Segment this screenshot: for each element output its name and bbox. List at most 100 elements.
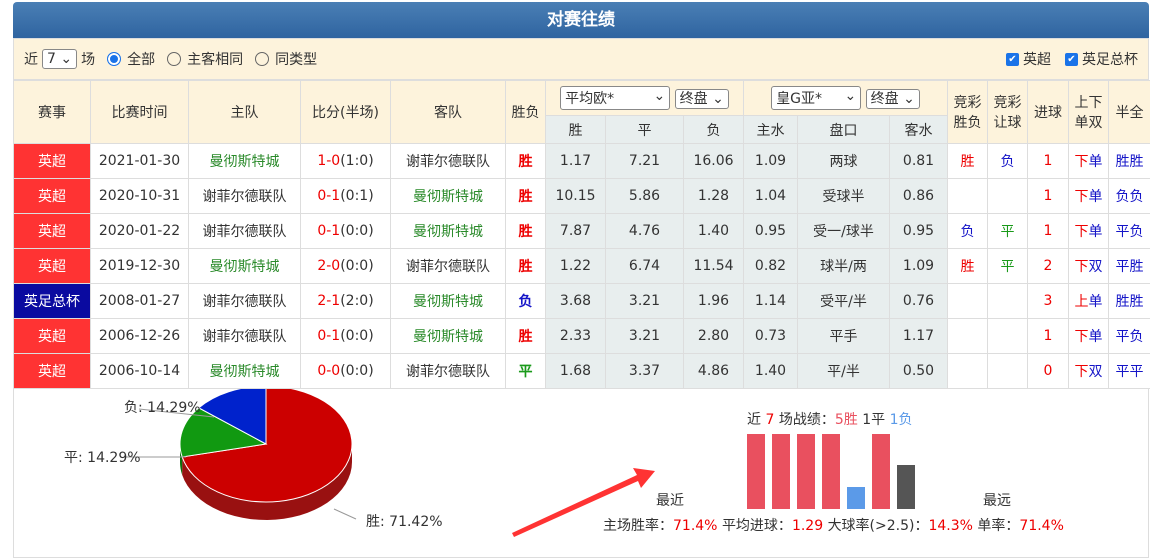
away-team-cell[interactable]: 曼彻斯特城: [391, 284, 506, 319]
checkbox-fa-cup[interactable]: ✔: [1065, 53, 1078, 66]
home-water: 1.09: [744, 144, 798, 179]
over-under: 上: [1075, 294, 1089, 310]
league-cell[interactable]: 英超: [14, 214, 91, 249]
ou-cell: 下单: [1069, 179, 1109, 214]
away-team-cell[interactable]: 曼彻斯特城: [391, 214, 506, 249]
handicap-line: 平手: [798, 319, 890, 354]
home-water: 1.14: [744, 284, 798, 319]
halftime-score: (0:0): [340, 223, 373, 239]
over-under: 下: [1075, 329, 1089, 345]
stat-label: 主场胜率：: [603, 518, 673, 534]
radio-same-venue[interactable]: [167, 52, 181, 66]
fulltime-score: 1-0: [317, 153, 340, 169]
jc-result: [948, 319, 988, 354]
date-cell: 2020-10-31: [91, 179, 189, 214]
matches-table: 赛事 比赛时间 主队 比分(半场) 客队 胜负 平均欧*⌄ 终盘 ⌄ 皇G亚*⌄…: [13, 80, 1150, 389]
jc-result: 胜: [948, 144, 988, 179]
halftime-fulltime: 胜胜: [1109, 144, 1150, 179]
league-cell[interactable]: 英超: [14, 249, 91, 284]
far-label: 最远: [983, 490, 1011, 510]
away-water: 0.95: [890, 214, 948, 249]
table-row[interactable]: 英足总杯 2008-01-27 谢菲尔德联队 2-1(2:0) 曼彻斯特城 负 …: [14, 284, 1150, 319]
fulltime-score: 0-1: [317, 188, 340, 204]
home-team-cell[interactable]: 谢菲尔德联队: [189, 214, 301, 249]
jc-handicap: [988, 354, 1028, 389]
date-cell: 2019-12-30: [91, 249, 189, 284]
header-win: 胜: [546, 116, 606, 144]
away-team-cell[interactable]: 曼彻斯特城: [391, 179, 506, 214]
table-row[interactable]: 英超 2019-12-30 曼彻斯特城 2-0(0:0) 谢菲尔德联队 胜 1.…: [14, 249, 1150, 284]
panel-title: 对赛往绩: [13, 2, 1149, 38]
match-count-select[interactable]: 7 ⌄: [42, 49, 77, 69]
record-count: 7: [765, 412, 774, 428]
league-cell[interactable]: 英超: [14, 354, 91, 389]
odds-draw: 7.21: [606, 144, 684, 179]
away-team-cell[interactable]: 谢菲尔德联队: [391, 144, 506, 179]
checkbox-epl-label[interactable]: 英超: [1023, 49, 1051, 69]
header-lose: 负: [684, 116, 744, 144]
table-row[interactable]: 英超 2006-12-26 谢菲尔德联队 0-1(0:0) 曼彻斯特城 胜 2.…: [14, 319, 1150, 354]
home-team-cell[interactable]: 曼彻斯特城: [189, 144, 301, 179]
euro-company-select[interactable]: 平均欧*⌄: [560, 86, 670, 110]
league-cell[interactable]: 英足总杯: [14, 284, 91, 319]
odd-even: 单: [1089, 154, 1103, 170]
away-team-cell[interactable]: 谢菲尔德联队: [391, 354, 506, 389]
jc-handicap: [988, 179, 1028, 214]
over-under: 下: [1075, 154, 1089, 170]
ou-cell: 下双: [1069, 354, 1109, 389]
record-losses: 1负: [890, 412, 913, 428]
date-cell: 2006-12-26: [91, 319, 189, 354]
league-cell[interactable]: 英超: [14, 144, 91, 179]
pie-label-win: 胜: 71.42%: [366, 511, 443, 531]
home-team-cell[interactable]: 谢菲尔德联队: [189, 284, 301, 319]
unit-label: 场: [81, 49, 95, 69]
jc-result: [948, 354, 988, 389]
league-cell[interactable]: 英超: [14, 319, 91, 354]
asia-company-select[interactable]: 皇G亚*⌄: [771, 86, 861, 110]
asia-type-select[interactable]: 终盘 ⌄: [866, 89, 920, 109]
header-jc-result: 竞彩胜负: [948, 81, 988, 144]
radio-same-type[interactable]: [255, 52, 269, 66]
date-cell: 2020-01-22: [91, 214, 189, 249]
home-team-cell[interactable]: 谢菲尔德联队: [189, 319, 301, 354]
euro-type-select[interactable]: 终盘 ⌄: [675, 89, 729, 109]
checkbox-fa-cup-label[interactable]: 英足总杯: [1082, 49, 1138, 69]
away-team-cell[interactable]: 曼彻斯特城: [391, 319, 506, 354]
goals-cell: 1: [1028, 179, 1069, 214]
date-cell: 2021-01-30: [91, 144, 189, 179]
fulltime-score: 0-0: [317, 363, 340, 379]
halftime-score: (0:1): [340, 188, 373, 204]
odds-lose: 2.80: [684, 319, 744, 354]
radio-all-label[interactable]: 全部: [127, 49, 155, 69]
form-bar: [847, 487, 865, 509]
table-row[interactable]: 英超 2006-10-14 曼彻斯特城 0-0(0:0) 谢菲尔德联队 平 1.…: [14, 354, 1150, 389]
home-team-cell[interactable]: 曼彻斯特城: [189, 354, 301, 389]
odd-even: 单: [1089, 294, 1103, 310]
odds-win: 7.87: [546, 214, 606, 249]
result-cell: 胜: [506, 144, 546, 179]
pie-label-draw: 平: 14.29%: [64, 447, 141, 467]
odd-even: 单: [1089, 329, 1103, 345]
score-cell: 0-1(0:1): [301, 179, 391, 214]
asia-odds-header: 皇G亚*⌄ 终盘 ⌄: [744, 81, 948, 116]
asia-company-value: 皇G亚*: [776, 91, 822, 107]
league-cell[interactable]: 英超: [14, 179, 91, 214]
handicap-line: 受一/球半: [798, 214, 890, 249]
home-team-cell[interactable]: 谢菲尔德联队: [189, 179, 301, 214]
stat-value: 1.29: [792, 518, 823, 534]
checkbox-epl[interactable]: ✔: [1006, 53, 1019, 66]
form-bar: [772, 434, 790, 509]
euro-type-value: 终盘: [680, 91, 708, 107]
home-team-cell[interactable]: 曼彻斯特城: [189, 249, 301, 284]
date-cell: 2006-10-14: [91, 354, 189, 389]
away-team-cell[interactable]: 谢菲尔德联队: [391, 249, 506, 284]
radio-same-type-label[interactable]: 同类型: [275, 49, 317, 69]
radio-all[interactable]: [107, 52, 121, 66]
odds-win: 2.33: [546, 319, 606, 354]
radio-same-venue-label[interactable]: 主客相同: [187, 49, 243, 69]
table-row[interactable]: 英超 2020-10-31 谢菲尔德联队 0-1(0:1) 曼彻斯特城 胜 10…: [14, 179, 1150, 214]
over-under: 下: [1075, 224, 1089, 240]
table-row[interactable]: 英超 2020-01-22 谢菲尔德联队 0-1(0:0) 曼彻斯特城 胜 7.…: [14, 214, 1150, 249]
table-row[interactable]: 英超 2021-01-30 曼彻斯特城 1-0(1:0) 谢菲尔德联队 胜 1.…: [14, 144, 1150, 179]
odd-even: 双: [1089, 259, 1103, 275]
